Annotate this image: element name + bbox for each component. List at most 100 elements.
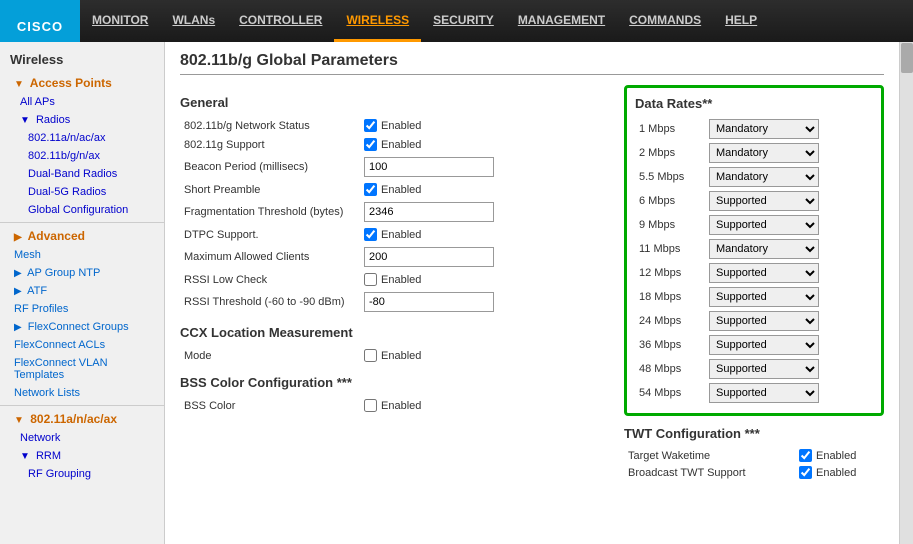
rate-select-24[interactable]: MandatorySupportedDisabled: [709, 311, 819, 331]
table-row: RSSI Threshold (-60 to -90 dBm): [180, 289, 609, 315]
table-row: DTPC Support. Enabled: [180, 225, 609, 244]
checkbox-ccx-mode[interactable]: [364, 349, 377, 362]
rate-select-11[interactable]: MandatorySupportedDisabled: [709, 239, 819, 259]
input-beacon-period[interactable]: [364, 157, 494, 177]
rate-select-cell-36: MandatorySupportedDisabled: [705, 333, 873, 357]
sidebar-item-80211a-nav[interactable]: ▼ 802.11a/n/ac/ax: [0, 409, 164, 429]
main-content: 802.11b/g Global Parameters General 802.…: [165, 42, 899, 544]
checkbox-label-ccx-mode: Enabled: [381, 350, 421, 362]
rate-select-12[interactable]: MandatorySupportedDisabled: [709, 263, 819, 283]
table-row: 18 Mbps MandatorySupportedDisabled: [635, 285, 873, 309]
twt-section: TWT Configuration *** Target Waketime En…: [624, 426, 884, 481]
rate-label-11: 11 Mbps: [635, 237, 705, 261]
rate-select-9[interactable]: MandatorySupportedDisabled: [709, 215, 819, 235]
rate-select-48[interactable]: MandatorySupportedDisabled: [709, 359, 819, 379]
nav-wireless[interactable]: WIRELESS: [334, 0, 421, 42]
rate-select-54[interactable]: MandatorySupportedDisabled: [709, 383, 819, 403]
rate-select-6[interactable]: MandatorySupportedDisabled: [709, 191, 819, 211]
sidebar-item-advanced[interactable]: ▶ Advanced: [0, 226, 164, 246]
sidebar-item-flexconnect-acls[interactable]: FlexConnect ACLs: [0, 336, 164, 354]
nav-help[interactable]: HELP: [713, 0, 769, 42]
scroll-thumb[interactable]: [901, 43, 913, 73]
rate-label-24: 24 Mbps: [635, 309, 705, 333]
sidebar-item-rf-grouping[interactable]: RF Grouping: [0, 465, 164, 483]
checkbox-label-broadcast-twt: Enabled: [816, 467, 856, 479]
rate-select-cell-24: MandatorySupportedDisabled: [705, 309, 873, 333]
field-value-frag-threshold: [360, 199, 609, 225]
bss-form: BSS Color Enabled: [180, 396, 609, 415]
table-row: 54 Mbps MandatorySupportedDisabled: [635, 381, 873, 405]
nav-monitor[interactable]: MONITOR: [80, 0, 160, 42]
sidebar-title: Wireless: [0, 46, 164, 73]
field-label-dtpc-support: DTPC Support.: [180, 225, 360, 244]
content-columns: General 802.11b/g Network Status Enabled…: [180, 85, 884, 481]
checkbox-short-preamble[interactable]: [364, 183, 377, 196]
checkbox-bss-color[interactable]: [364, 399, 377, 412]
sidebar-item-all-aps[interactable]: All APs: [0, 93, 164, 111]
field-label-beacon-period: Beacon Period (millisecs): [180, 154, 360, 180]
table-row: 36 Mbps MandatorySupportedDisabled: [635, 333, 873, 357]
main-nav: MONITOR WLANs CONTROLLER WIRELESS SECURI…: [80, 0, 769, 42]
sidebar-item-mesh[interactable]: Mesh: [0, 246, 164, 264]
rate-label-54: 54 Mbps: [635, 381, 705, 405]
nav-wlans[interactable]: WLANs: [160, 0, 227, 42]
sidebar-item-flexconnect-groups[interactable]: ▶ FlexConnect Groups: [0, 318, 164, 336]
field-label-rssi-threshold: RSSI Threshold (-60 to -90 dBm): [180, 289, 360, 315]
rate-select-cell-48: MandatorySupportedDisabled: [705, 357, 873, 381]
nav-controller[interactable]: CONTROLLER: [227, 0, 334, 42]
twt-field-value-target-waketime: Enabled: [795, 447, 884, 464]
input-frag-threshold[interactable]: [364, 202, 494, 222]
sidebar-item-network[interactable]: Network: [0, 429, 164, 447]
rate-select-36[interactable]: MandatorySupportedDisabled: [709, 335, 819, 355]
sidebar-item-global-config[interactable]: Global Configuration: [0, 201, 164, 219]
sidebar-item-80211a[interactable]: 802.11a/n/ac/ax: [0, 129, 164, 147]
nav-management[interactable]: MANAGEMENT: [506, 0, 617, 42]
sidebar-item-dual-5g[interactable]: Dual-5G Radios: [0, 183, 164, 201]
input-rssi-threshold[interactable]: [364, 292, 494, 312]
field-value-dtpc-support: Enabled: [360, 225, 609, 244]
bss-section-header: BSS Color Configuration ***: [180, 375, 609, 390]
field-value-80211g-support: Enabled: [360, 135, 609, 154]
top-navigation: ●●●●●● CISCO MONITOR WLANs CONTROLLER WI…: [0, 0, 913, 42]
cisco-logo-text: CISCO: [17, 19, 63, 34]
arrow-down-icon-4: ▼: [20, 451, 30, 462]
page-layout: Wireless ▼ Access Points All APs ▼ Radio…: [0, 42, 913, 544]
rate-label-6: 6 Mbps: [635, 189, 705, 213]
table-row: 11 Mbps MandatorySupportedDisabled: [635, 237, 873, 261]
sidebar-divider-2: [0, 405, 164, 406]
sidebar-item-rrm[interactable]: ▼ RRM: [0, 447, 164, 465]
arrow-right-icon-3: ▶: [14, 286, 22, 297]
scrollbar[interactable]: [899, 42, 913, 544]
nav-security[interactable]: SECURITY: [421, 0, 506, 42]
sidebar-item-dual-band[interactable]: Dual-Band Radios: [0, 165, 164, 183]
checkbox-dtpc-support[interactable]: [364, 228, 377, 241]
sidebar-item-access-points[interactable]: ▼ Access Points: [0, 73, 164, 93]
rate-label-9: 9 Mbps: [635, 213, 705, 237]
rate-select-5-5[interactable]: MandatorySupportedDisabled: [709, 167, 819, 187]
sidebar-item-80211bg[interactable]: 802.11b/g/n/ax: [0, 147, 164, 165]
table-row: 6 Mbps MandatorySupportedDisabled: [635, 189, 873, 213]
checkbox-rssi-low-check[interactable]: [364, 273, 377, 286]
field-label-rssi-low-check: RSSI Low Check: [180, 270, 360, 289]
rate-select-cell-2: MandatorySupportedDisabled: [705, 141, 873, 165]
sidebar-item-ap-group-ntp[interactable]: ▶ AP Group NTP: [0, 264, 164, 282]
checkbox-network-status[interactable]: [364, 119, 377, 132]
checkbox-80211g-support[interactable]: [364, 138, 377, 151]
rate-select-2[interactable]: MandatorySupportedDisabled: [709, 143, 819, 163]
sidebar-item-rf-profiles[interactable]: RF Profiles: [0, 300, 164, 318]
checkbox-broadcast-twt[interactable]: [799, 466, 812, 479]
sidebar-item-radios[interactable]: ▼ Radios: [0, 111, 164, 129]
sidebar-divider-1: [0, 222, 164, 223]
nav-commands[interactable]: COMMANDS: [617, 0, 713, 42]
rate-select-1[interactable]: MandatorySupportedDisabled: [709, 119, 819, 139]
sidebar-item-flexconnect-vlan[interactable]: FlexConnect VLAN Templates: [0, 354, 164, 384]
sidebar-item-atf[interactable]: ▶ ATF: [0, 282, 164, 300]
checkbox-label-rssi-low-check: Enabled: [381, 274, 421, 286]
field-value-rssi-low-check: Enabled: [360, 270, 609, 289]
table-row: Broadcast TWT Support Enabled: [624, 464, 884, 481]
checkbox-target-waketime[interactable]: [799, 449, 812, 462]
right-column: Data Rates** 1 Mbps MandatorySupportedDi…: [624, 85, 884, 481]
sidebar-item-network-lists[interactable]: Network Lists: [0, 384, 164, 402]
input-max-clients[interactable]: [364, 247, 494, 267]
rate-select-18[interactable]: MandatorySupportedDisabled: [709, 287, 819, 307]
